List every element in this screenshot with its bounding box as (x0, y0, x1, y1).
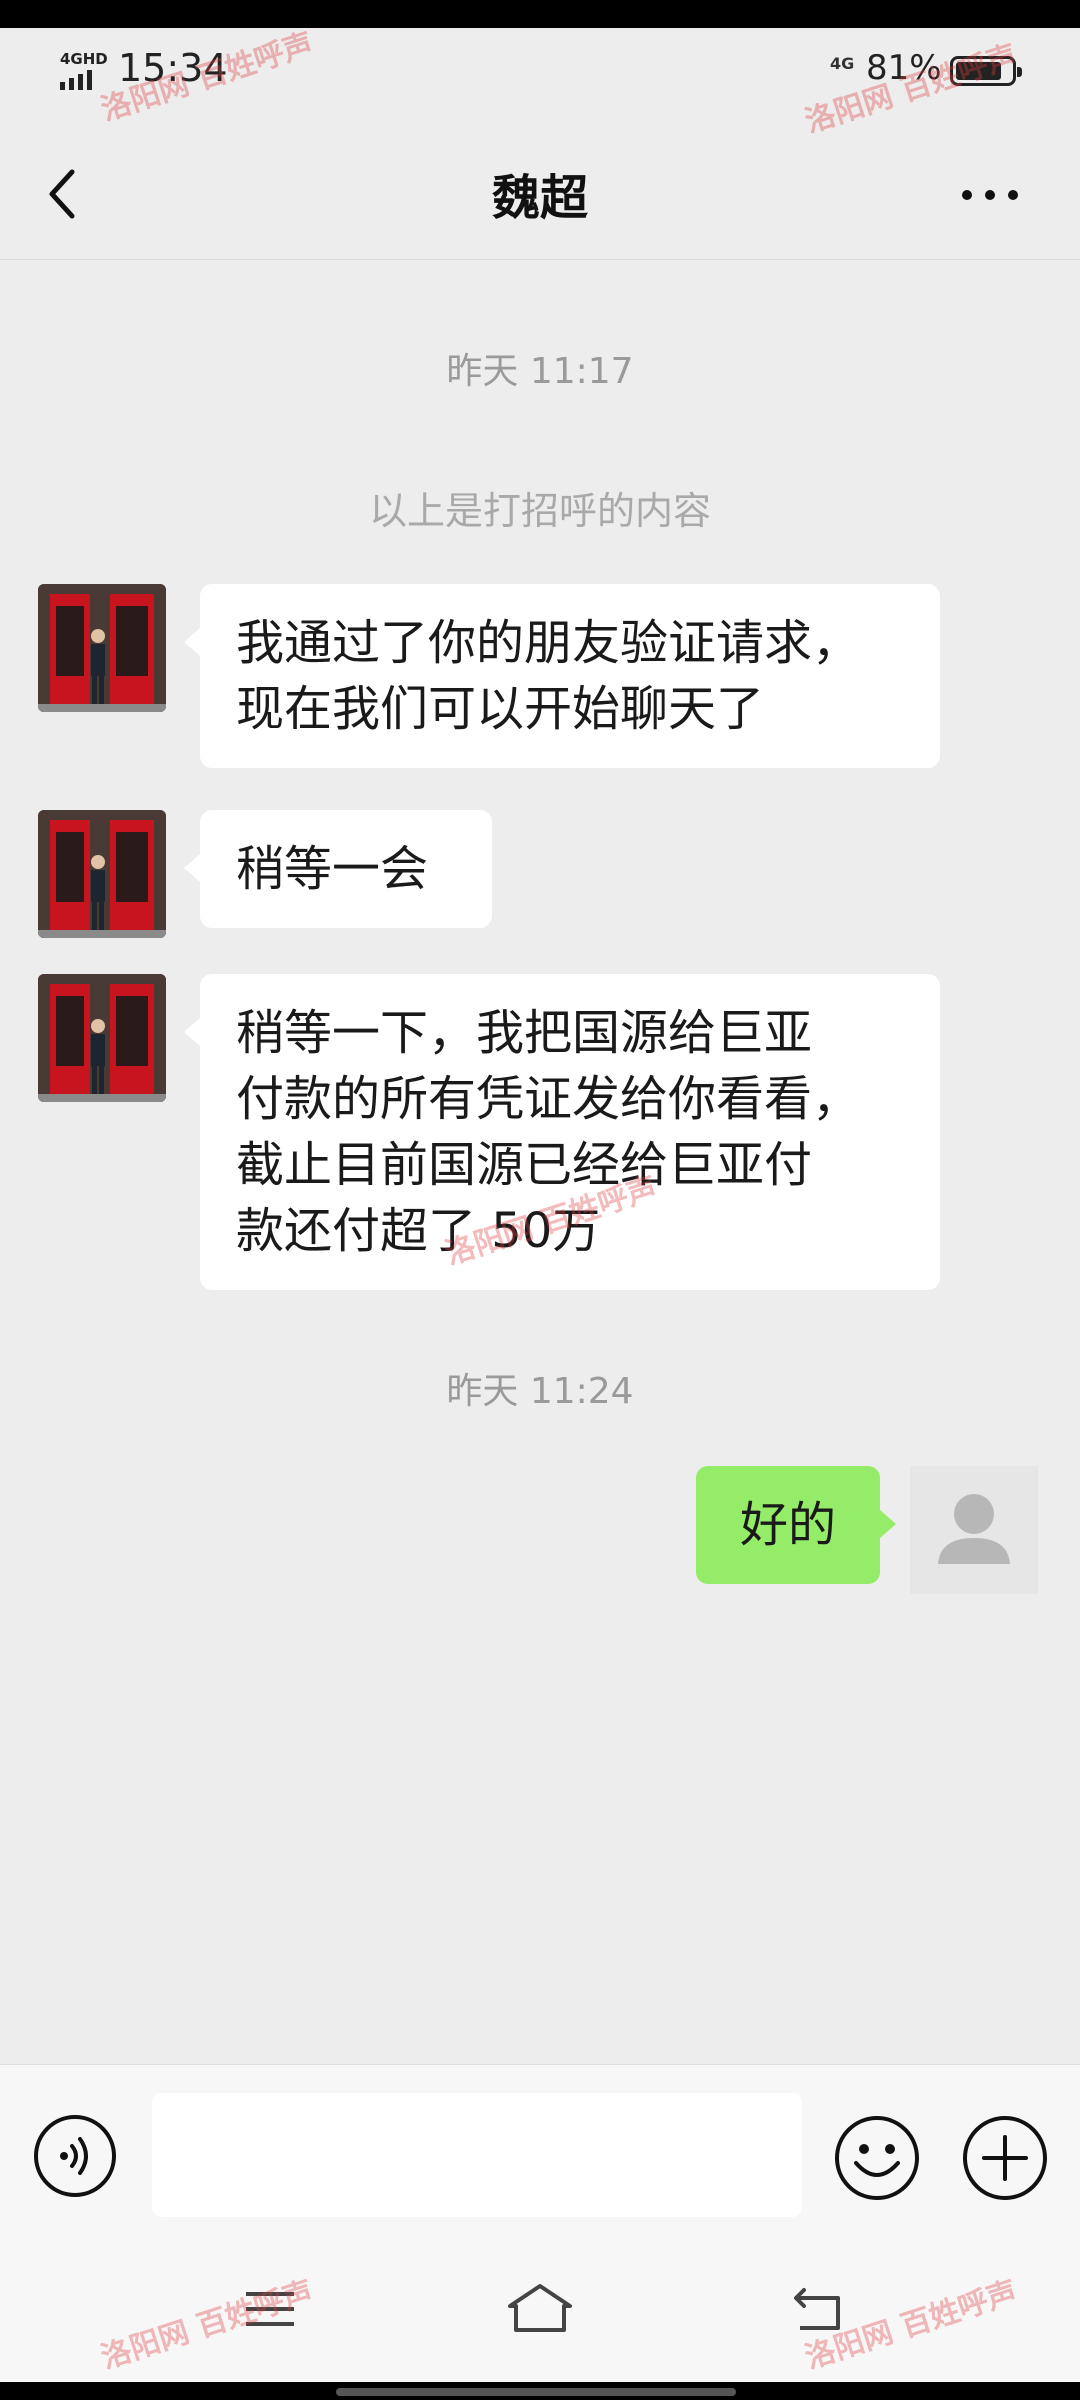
avatar-photo (38, 810, 166, 938)
chat-header: 魏超 (0, 130, 1080, 260)
default-avatar-icon (910, 1466, 1038, 1594)
message-bubble[interactable]: 稍等一会 (184, 810, 492, 928)
chat-screen: 4GHD 15:34 4G 81% 魏超 昨天 11:17 以上是打招呼的内容 (0, 0, 1080, 2400)
network-label: 4GHD (60, 50, 108, 68)
contact-name: 魏超 (491, 170, 588, 226)
plus-circle-icon[interactable] (960, 2113, 1050, 2203)
contact-avatar[interactable] (38, 974, 166, 1102)
input-bar (0, 2064, 1080, 2234)
message-bubble[interactable]: 我通过了你的朋友验证请求， 现在我们可以开始聊天了 (184, 584, 940, 768)
message-line: 稍等一下，我把国源给巨亚 (236, 1005, 813, 1061)
contact-avatar[interactable] (38, 584, 166, 712)
message-line: 好的 (739, 1497, 836, 1553)
cell-label: 4G (830, 54, 855, 73)
own-message-bubble[interactable]: 好的 (696, 1466, 896, 1584)
message-bubble[interactable]: 稍等一下，我把国源给巨亚 付款的所有凭证发给你看看， 截止目前国源已经给巨亚付 … (184, 974, 940, 1290)
contact-avatar[interactable] (38, 810, 166, 938)
avatar-photo (38, 584, 166, 712)
system-message: 以上是打招呼的内容 (368, 489, 711, 533)
emoji-icon[interactable] (832, 2113, 922, 2203)
timestamp: 昨天 11:17 (446, 351, 634, 392)
message-input[interactable] (152, 2093, 802, 2217)
own-avatar[interactable] (910, 1466, 1038, 1594)
voice-icon[interactable] (32, 2113, 118, 2199)
message-line: 付款的所有凭证发给你看看， (236, 1071, 861, 1127)
home-indicator (0, 2382, 1080, 2400)
avatar-photo (38, 974, 166, 1102)
home-icon[interactable] (500, 2278, 580, 2338)
top-edge (0, 0, 1080, 28)
timestamp: 昨天 11:24 (446, 1371, 634, 1412)
message-line: 我通过了你的朋友验证请求， (236, 615, 861, 671)
message-line: 现在我们可以开始聊天了 (236, 681, 765, 737)
message-line: 稍等一会 (236, 841, 429, 897)
more-horizontal-icon[interactable] (955, 170, 1025, 220)
